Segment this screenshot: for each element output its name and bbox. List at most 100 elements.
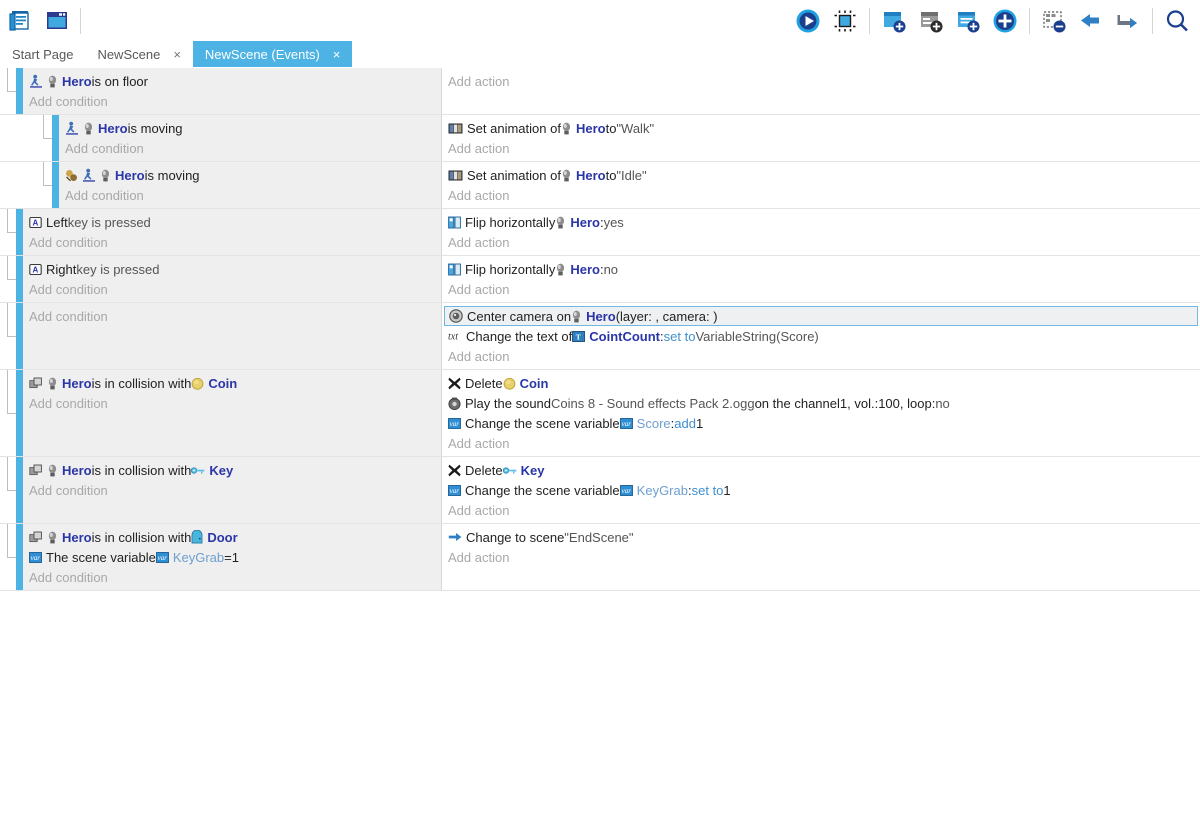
event-gutter[interactable]: [0, 68, 16, 114]
action-row[interactable]: Flip horizontally Hero : yes: [442, 212, 1200, 232]
event-row[interactable]: Hero is on floor Add condition Add action: [0, 68, 1200, 115]
add-condition-icon[interactable]: [988, 4, 1022, 38]
event-row[interactable]: Hero is in collision with Door var The sce…: [0, 524, 1200, 591]
condition-row[interactable]: A Left key is pressed: [23, 212, 441, 232]
undo-icon[interactable]: [1074, 4, 1108, 38]
event-gutter[interactable]: [0, 209, 16, 255]
actions-column[interactable]: Flip horizontally Hero : no Add action: [442, 256, 1200, 302]
condition-row[interactable]: Hero is in collision with Key: [23, 460, 441, 480]
conditions-column[interactable]: A Right key is pressed Add condition: [23, 256, 442, 302]
actions-column[interactable]: Center camera on Hero (layer: , camera: …: [442, 303, 1200, 369]
event-row[interactable]: Hero is in collision with Coin Add condit…: [0, 370, 1200, 457]
event-accent-bar[interactable]: [16, 457, 23, 523]
conditions-column[interactable]: A Left key is pressed Add condition: [23, 209, 442, 255]
add-action-placeholder[interactable]: Add action: [442, 433, 1200, 453]
add-action-placeholder[interactable]: Add action: [442, 500, 1200, 520]
add-comment-icon[interactable]: [951, 4, 985, 38]
action-row[interactable]: var Change the scene variable var Score: a…: [442, 413, 1200, 433]
action-row[interactable]: Play the sound Coins 8 - Sound effects P…: [442, 393, 1200, 413]
condition-row[interactable]: Hero is moving: [59, 165, 441, 185]
debug-icon[interactable]: [828, 4, 862, 38]
actions-column[interactable]: Set animation of Hero to "Walk" Add actio…: [442, 115, 1200, 161]
tab-newscene-events[interactable]: NewScene (Events) ×: [192, 41, 353, 67]
event-row[interactable]: Hero is in collision with Key Add conditi…: [0, 457, 1200, 524]
add-condition-placeholder[interactable]: Add condition: [23, 306, 441, 326]
add-action-placeholder[interactable]: Add action: [442, 232, 1200, 252]
action-row[interactable]: Center camera on Hero (layer: , camera: …: [444, 306, 1198, 326]
conditions-column[interactable]: Hero is in collision with Door var The sce…: [23, 524, 442, 590]
scene-editor-icon[interactable]: [40, 4, 74, 38]
condition-row[interactable]: Hero is on floor: [23, 71, 441, 91]
add-action-placeholder[interactable]: Add action: [442, 71, 1200, 91]
event-row[interactable]: Add condition Center camera on Hero (laye…: [0, 303, 1200, 370]
condition-row[interactable]: Hero is moving: [59, 118, 441, 138]
event-gutter[interactable]: [0, 115, 52, 161]
event-gutter[interactable]: [0, 256, 16, 302]
conditions-column[interactable]: Hero is moving Add condition: [59, 162, 442, 208]
event-gutter[interactable]: [0, 303, 16, 369]
redo-icon[interactable]: [1111, 4, 1145, 38]
add-condition-placeholder[interactable]: Add condition: [23, 232, 441, 252]
project-manager-icon[interactable]: [4, 4, 38, 38]
action-row[interactable]: Change to scene "EndScene": [442, 527, 1200, 547]
conditions-column[interactable]: Hero is in collision with Key Add conditi…: [23, 457, 442, 523]
add-action-placeholder[interactable]: Add action: [442, 279, 1200, 299]
condition-row[interactable]: A Right key is pressed: [23, 259, 441, 279]
event-gutter[interactable]: [0, 524, 16, 590]
action-row[interactable]: var Change the scene variable var KeyGrab:…: [442, 480, 1200, 500]
actions-column[interactable]: Set animation of Hero to "Idle" Add actio…: [442, 162, 1200, 208]
close-icon[interactable]: ×: [173, 48, 181, 61]
actions-column[interactable]: Delete Key var Change the scene variable v…: [442, 457, 1200, 523]
add-condition-placeholder[interactable]: Add condition: [23, 91, 441, 111]
condition-row[interactable]: Hero is in collision with Coin: [23, 373, 441, 393]
condition-row[interactable]: var The scene variable var KeyGrab = 1: [23, 547, 441, 567]
event-accent-bar[interactable]: [52, 162, 59, 208]
add-action-placeholder[interactable]: Add action: [442, 185, 1200, 205]
add-sub-event-icon[interactable]: [914, 4, 948, 38]
event-accent-bar[interactable]: [16, 524, 23, 590]
action-row[interactable]: Set animation of Hero to "Idle": [442, 165, 1200, 185]
event-accent-bar[interactable]: [52, 115, 59, 161]
actions-column[interactable]: Delete Coin Play the sound Coins 8 - Soun…: [442, 370, 1200, 456]
action-row[interactable]: Delete Coin: [442, 373, 1200, 393]
event-accent-bar[interactable]: [16, 303, 23, 369]
conditions-column[interactable]: Add condition: [23, 303, 442, 369]
add-action-placeholder[interactable]: Add action: [442, 138, 1200, 158]
action-row[interactable]: txt Change the text of T CointCount: set t…: [442, 326, 1200, 346]
add-condition-placeholder[interactable]: Add condition: [23, 480, 441, 500]
actions-column[interactable]: Change to scene "EndScene" Add action: [442, 524, 1200, 590]
event-accent-bar[interactable]: [16, 370, 23, 456]
action-row[interactable]: Delete Key: [442, 460, 1200, 480]
event-gutter[interactable]: [0, 457, 16, 523]
actions-column[interactable]: Add action: [442, 68, 1200, 114]
action-row[interactable]: Set animation of Hero to "Walk": [442, 118, 1200, 138]
event-accent-bar[interactable]: [16, 209, 23, 255]
event-row[interactable]: A Right key is pressed Add condition Flip h…: [0, 256, 1200, 303]
event-row[interactable]: A Left key is pressed Add condition Flip ho…: [0, 209, 1200, 256]
event-gutter[interactable]: [0, 162, 52, 208]
event-accent-bar[interactable]: [16, 256, 23, 302]
tab-newscene[interactable]: NewScene ×: [85, 41, 192, 67]
action-row[interactable]: Flip horizontally Hero : no: [442, 259, 1200, 279]
add-condition-placeholder[interactable]: Add condition: [23, 393, 441, 413]
tab-start-page[interactable]: Start Page: [0, 41, 85, 67]
add-condition-placeholder[interactable]: Add condition: [23, 567, 441, 587]
preview-play-icon[interactable]: [791, 4, 825, 38]
close-icon[interactable]: ×: [333, 48, 341, 61]
add-action-placeholder[interactable]: Add action: [442, 547, 1200, 567]
add-condition-placeholder[interactable]: Add condition: [23, 279, 441, 299]
remove-event-icon[interactable]: [1037, 4, 1071, 38]
actions-column[interactable]: Flip horizontally Hero : yes Add action: [442, 209, 1200, 255]
conditions-column[interactable]: Hero is in collision with Coin Add condit…: [23, 370, 442, 456]
add-event-icon[interactable]: [877, 4, 911, 38]
add-condition-placeholder[interactable]: Add condition: [59, 138, 441, 158]
search-icon[interactable]: [1160, 4, 1194, 38]
conditions-column[interactable]: Hero is on floor Add condition: [23, 68, 442, 114]
conditions-column[interactable]: Hero is moving Add condition: [59, 115, 442, 161]
event-row[interactable]: Hero is moving Add condition Set animation…: [0, 115, 1200, 162]
event-gutter[interactable]: [0, 370, 16, 456]
event-row[interactable]: Hero is moving Add condition Set animation…: [0, 162, 1200, 209]
add-condition-placeholder[interactable]: Add condition: [59, 185, 441, 205]
event-accent-bar[interactable]: [16, 68, 23, 114]
condition-row[interactable]: Hero is in collision with Door: [23, 527, 441, 547]
